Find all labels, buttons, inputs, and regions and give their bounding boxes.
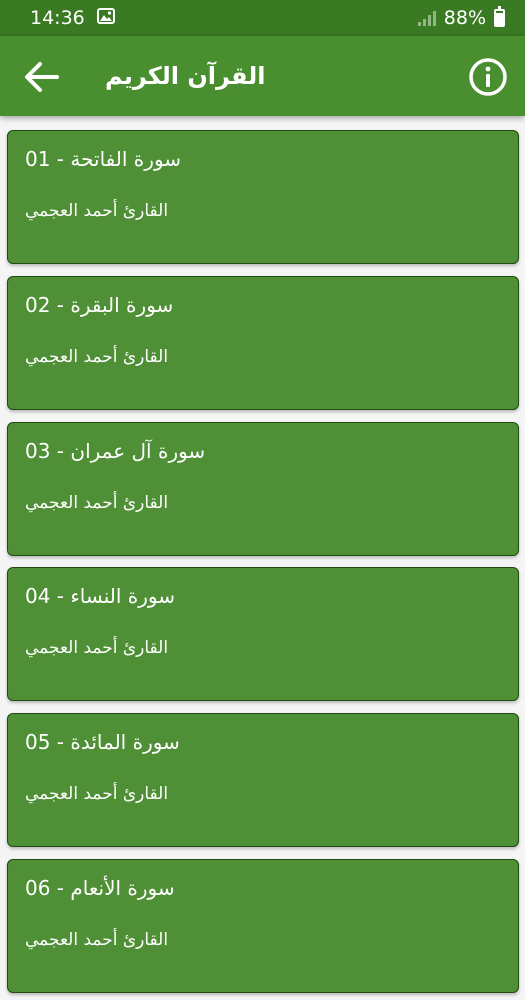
reader-name: القارئ أحمد العجمي [25,493,169,513]
arrow-left-icon [25,62,59,92]
reader-name: القارئ أحمد العجمي [25,638,169,658]
back-button[interactable] [20,56,62,98]
status-right: 88% [417,6,505,29]
surah-card[interactable]: سورة المائدة - 05 القارئ أحمد العجمي [7,713,519,847]
status-bar: 14:36 88% [0,0,525,36]
status-time: 14:36 [30,7,85,29]
surah-title: سورة البقرة - 02 [25,293,174,317]
page-title: القرآن الكريم [105,62,266,90]
reader-name: القارئ أحمد العجمي [25,347,169,367]
surah-title: سورة المائدة - 05 [25,730,180,754]
battery-icon [494,6,505,27]
app-bar: القرآن الكريم [0,36,525,116]
surah-title: سورة آل عمران - 03 [25,439,206,463]
surah-card[interactable]: سورة آل عمران - 03 القارئ أحمد العجمي [7,422,519,556]
status-left: 14:36 [30,7,115,29]
reader-name: القارئ أحمد العجمي [25,201,169,221]
battery-percent: 88% [443,7,486,29]
surah-title: سورة الفاتحة - 01 [25,147,182,171]
surah-title: سورة الأنعام - 06 [25,876,175,900]
surah-title: سورة النساء - 04 [25,584,175,608]
surah-card[interactable]: سورة الأنعام - 06 القارئ أحمد العجمي [7,859,519,993]
info-button[interactable] [467,56,509,98]
reader-name: القارئ أحمد العجمي [25,930,169,950]
reader-name: القارئ أحمد العجمي [25,784,169,804]
info-icon [469,58,507,96]
surah-card[interactable]: سورة الفاتحة - 01 القارئ أحمد العجمي [7,130,519,264]
surah-card[interactable]: سورة البقرة - 02 القارئ أحمد العجمي [7,276,519,410]
signal-icon [417,10,436,26]
surah-list[interactable]: سورة الفاتحة - 01 القارئ أحمد العجمي سور… [0,116,525,1000]
image-icon [96,7,115,29]
surah-card[interactable]: سورة النساء - 04 القارئ أحمد العجمي [7,567,519,701]
